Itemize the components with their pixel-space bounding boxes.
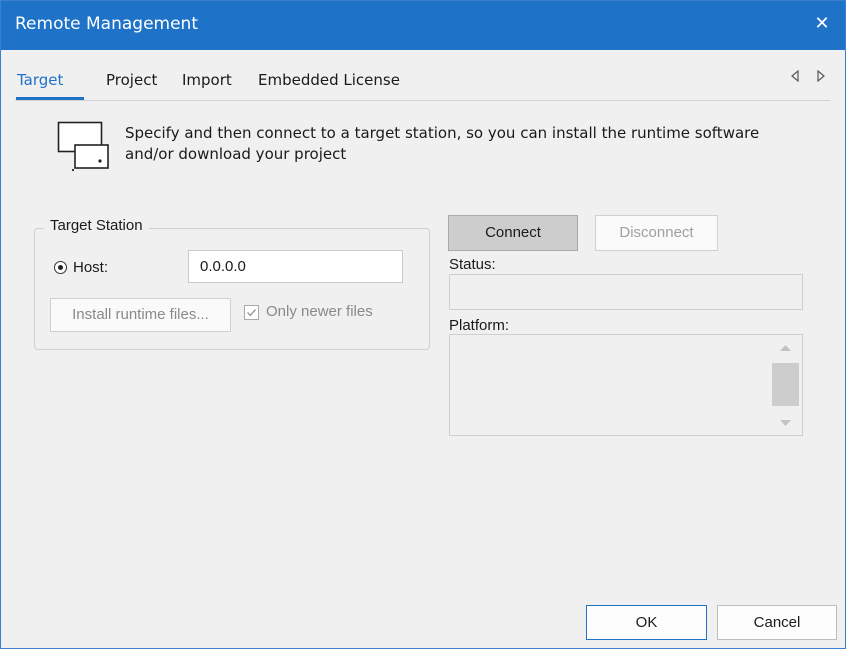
active-tab-indicator: [16, 97, 84, 100]
intro-text: Specify and then connect to a target sta…: [125, 124, 760, 163]
title-bar: Remote Management ✕: [1, 1, 845, 50]
only-newer-files-checkbox[interactable]: [244, 305, 259, 320]
remote-station-icon: [57, 121, 111, 178]
tab-target[interactable]: Target: [17, 71, 63, 89]
platform-scroll-thumb[interactable]: [772, 363, 799, 406]
connect-button[interactable]: Connect: [448, 215, 578, 251]
platform-field: [449, 334, 803, 436]
remote-management-dialog: Remote Management ✕ Target Project Impor…: [0, 0, 846, 649]
chevron-left-icon[interactable]: [788, 68, 802, 84]
host-radio[interactable]: [54, 261, 67, 274]
tab-strip: Target Project Import Embedded License: [15, 60, 830, 101]
only-newer-files-label[interactable]: Only newer files: [266, 303, 373, 320]
tab-embedded-license[interactable]: Embedded License: [258, 71, 400, 89]
close-icon[interactable]: ✕: [809, 11, 835, 37]
window-title: Remote Management: [15, 14, 198, 34]
install-runtime-files-button[interactable]: Install runtime files...: [50, 298, 231, 332]
target-station-group-label: Target Station: [44, 217, 149, 234]
scroll-up-icon: [780, 345, 791, 351]
cancel-button[interactable]: Cancel: [717, 605, 837, 640]
scroll-down-icon: [780, 420, 791, 426]
disconnect-button[interactable]: Disconnect: [595, 215, 718, 251]
host-label[interactable]: Host:: [73, 259, 108, 276]
host-input[interactable]: 0.0.0.0: [188, 250, 403, 283]
status-label: Status:: [449, 256, 496, 273]
tab-import[interactable]: Import: [182, 71, 232, 89]
platform-label: Platform:: [449, 317, 510, 334]
status-field: [449, 274, 803, 310]
tab-project[interactable]: Project: [106, 71, 157, 89]
chevron-right-icon[interactable]: [814, 68, 828, 84]
ok-button[interactable]: OK: [586, 605, 707, 640]
